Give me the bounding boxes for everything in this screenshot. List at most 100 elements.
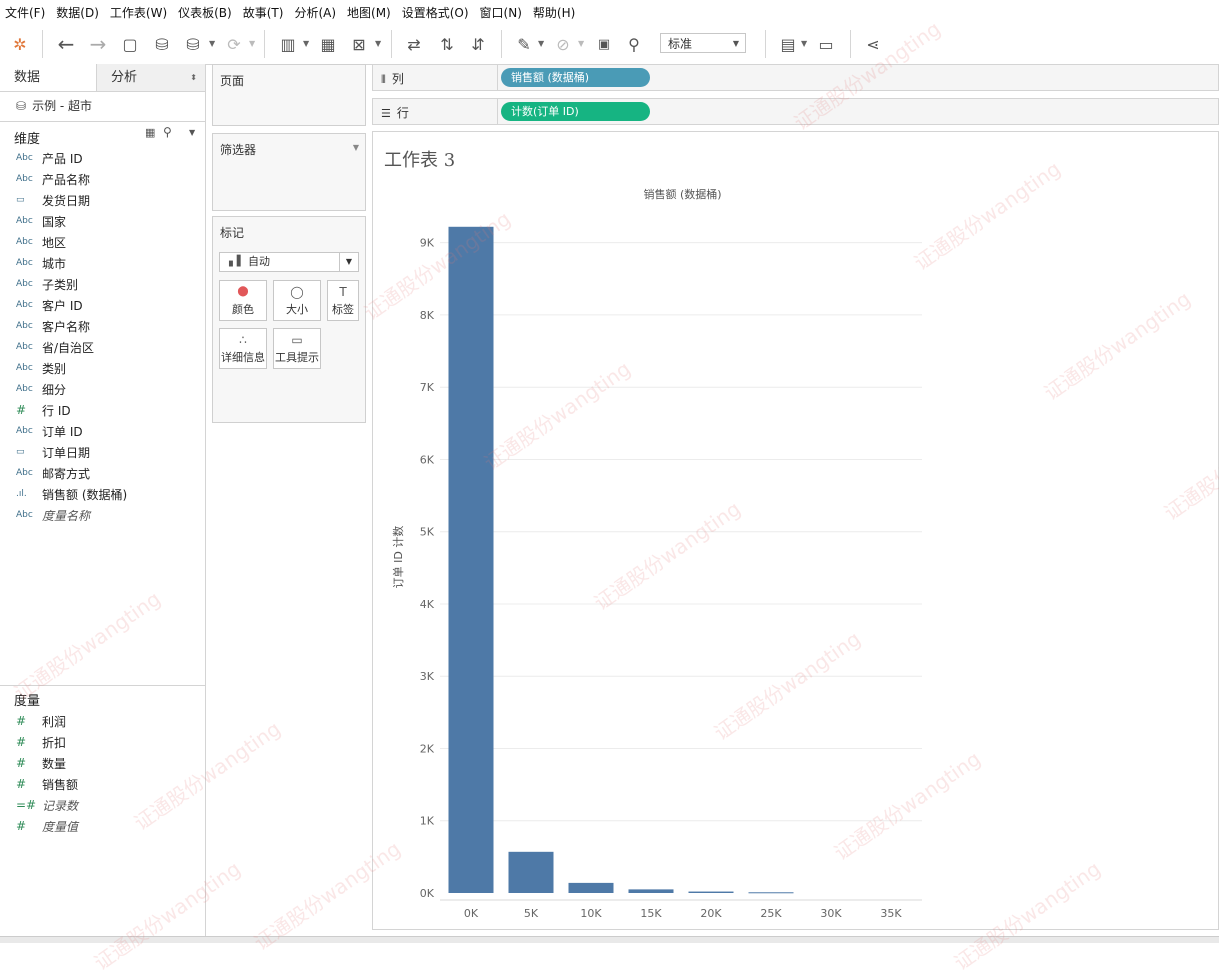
menu-item[interactable]: 分析(A) [294, 4, 336, 21]
redo-icon[interactable]: → [86, 32, 110, 56]
menu-item[interactable]: 工作表(W) [110, 4, 167, 21]
chevron-down-icon[interactable]: ▼ [209, 39, 215, 48]
field-name: 产品 ID [42, 151, 83, 166]
field-item[interactable]: # 行 ID [16, 400, 71, 420]
field-item[interactable]: Abc 城市 [16, 253, 66, 273]
bar[interactable] [448, 226, 494, 893]
chevron-down-icon[interactable]: ▼ [578, 39, 584, 48]
chevron-down-icon[interactable]: ▼ [375, 39, 381, 48]
menu-item[interactable]: 地图(M) [347, 4, 391, 21]
mark-type-select[interactable]: ▖▌ 自动 ▼ [219, 252, 359, 272]
bar[interactable] [508, 851, 554, 893]
show-me-icon[interactable]: ▤ [776, 32, 800, 56]
field-type-icon: Abc [16, 363, 33, 373]
presentation-mode-icon[interactable]: ▭ [814, 32, 838, 56]
duplicate-sheet-icon[interactable]: ▦ [316, 32, 340, 56]
field-item[interactable]: Abc 度量名称 [16, 505, 90, 525]
chevron-down-icon[interactable]: ▼ [189, 128, 195, 137]
sort-ascending-icon[interactable]: ⇅ [435, 32, 459, 56]
field-item[interactable]: Abc 细分 [16, 379, 66, 399]
sort-descending-icon[interactable]: ⇵ [466, 32, 490, 56]
menu-item[interactable]: 设置格式(O) [402, 4, 469, 21]
field-name: 省/自治区 [42, 340, 95, 355]
marks-button-label: 详细信息 [221, 351, 265, 364]
field-item[interactable]: # 折扣 [16, 732, 66, 752]
rows-shelf[interactable]: ☰ 行 计数(订单 ID) [372, 98, 1219, 125]
tab-data[interactable]: 数据 [0, 64, 96, 91]
field-type-icon: Abc [16, 426, 33, 436]
menu-item[interactable]: 数据(D) [56, 4, 99, 21]
tab-analysis[interactable]: 分析 ⬍ [96, 64, 205, 91]
refresh-icon[interactable]: ⟳ [222, 32, 246, 56]
pane-tabs: 数据 分析 ⬍ [0, 64, 205, 92]
menu-item[interactable]: 故事(T) [243, 4, 284, 21]
chevron-down-icon[interactable]: ▼ [303, 39, 309, 48]
bar[interactable] [568, 882, 614, 893]
tableau-logo-icon[interactable]: ✲ [8, 32, 32, 56]
pages-title: 页面 [220, 74, 245, 88]
y-tick-label: 6K [420, 453, 435, 466]
field-item[interactable]: Abc 客户 ID [16, 295, 83, 315]
field-item[interactable]: Abc 客户名称 [16, 316, 90, 336]
pages-card[interactable]: 页面 [212, 64, 366, 126]
new-worksheet-icon[interactable]: ▥ [276, 32, 300, 56]
field-item[interactable]: ▭ 发货日期 [16, 190, 90, 210]
field-item[interactable]: # 数量 [16, 753, 66, 773]
fix-axes-icon[interactable]: ⚲ [622, 32, 646, 56]
save-icon[interactable]: ▢ [118, 32, 142, 56]
field-item[interactable]: # 销售额 [16, 774, 78, 794]
group-members-icon[interactable]: ⊘ [551, 32, 575, 56]
marks-color-button[interactable]: ⬤ 颜色 [219, 280, 267, 321]
field-item[interactable]: Abc 邮寄方式 [16, 463, 90, 483]
show-mark-labels-icon[interactable]: ▣ [592, 32, 616, 56]
bar[interactable] [688, 891, 734, 893]
menu-item[interactable]: 帮助(H) [533, 4, 575, 21]
field-item[interactable]: Abc 地区 [16, 232, 66, 252]
chevron-down-icon[interactable]: ▼ [538, 39, 544, 48]
field-item[interactable]: .ıl. 销售额 (数据桶) [16, 484, 127, 504]
chevron-down-icon[interactable]: ▼ [801, 39, 807, 48]
field-item[interactable]: Abc 产品名称 [16, 169, 90, 189]
undo-icon[interactable]: ← [54, 32, 78, 56]
field-name: 地区 [42, 235, 67, 250]
chevron-down-icon[interactable]: ▼ [249, 39, 255, 48]
marks-size-button[interactable]: ◯ 大小 [273, 280, 321, 321]
menu-item[interactable]: 文件(F) [5, 4, 45, 21]
field-item[interactable]: # 利润 [16, 711, 66, 731]
filters-card[interactable]: 筛选器 ▼ [212, 133, 366, 211]
bar[interactable] [628, 889, 674, 893]
new-datasource-icon[interactable]: ⛁ [150, 32, 174, 56]
field-item[interactable]: Abc 订单 ID [16, 421, 83, 441]
rows-pill[interactable]: 计数(订单 ID) [501, 102, 650, 121]
field-item[interactable]: Abc 省/自治区 [16, 337, 94, 357]
columns-pill[interactable]: 销售额 (数据桶) [501, 68, 650, 87]
field-item[interactable]: =# 记录数 [16, 795, 78, 815]
field-item[interactable]: # 度量值 [16, 816, 78, 836]
field-item[interactable]: Abc 国家 [16, 211, 66, 231]
list-view-icon[interactable]: ▦ [145, 126, 155, 139]
pause-updates-icon[interactable]: ⛁ [181, 32, 205, 56]
measures-header: 度量 [14, 694, 41, 709]
columns-shelf[interactable]: ⦀ 列 销售额 (数据桶) [372, 64, 1219, 91]
menu-item[interactable]: 窗口(N) [480, 4, 522, 21]
share-icon[interactable]: ⋖ [861, 32, 885, 56]
marks-detail-button[interactable]: ∴ 详细信息 [219, 328, 267, 369]
swap-rows-columns-icon[interactable]: ⇄ [402, 32, 426, 56]
field-item[interactable]: Abc 子类别 [16, 274, 78, 294]
highlight-icon[interactable]: ✎ [512, 32, 536, 56]
field-item[interactable]: Abc 类别 [16, 358, 66, 378]
fit-select[interactable]: 标准 ▼ [660, 33, 746, 53]
menu-item[interactable]: 仪表板(B) [178, 4, 232, 21]
fit-select-value: 标准 [668, 37, 693, 51]
search-icon[interactable]: ⚲ [163, 125, 172, 139]
field-name: 子类别 [42, 277, 79, 292]
chevron-down-icon[interactable]: ▼ [353, 143, 359, 152]
bar[interactable] [748, 892, 794, 894]
datasource-item[interactable]: ⛁ 示例 - 超市 [16, 97, 92, 114]
field-item[interactable]: ▭ 订单日期 [16, 442, 90, 462]
marks-label-button[interactable]: T 标签 [327, 280, 359, 321]
marks-tooltip-button[interactable]: ▭ 工具提示 [273, 328, 321, 369]
clear-sheet-icon[interactable]: ⊠ [347, 32, 371, 56]
field-item[interactable]: Abc 产品 ID [16, 148, 83, 168]
field-name: 数量 [42, 756, 67, 771]
